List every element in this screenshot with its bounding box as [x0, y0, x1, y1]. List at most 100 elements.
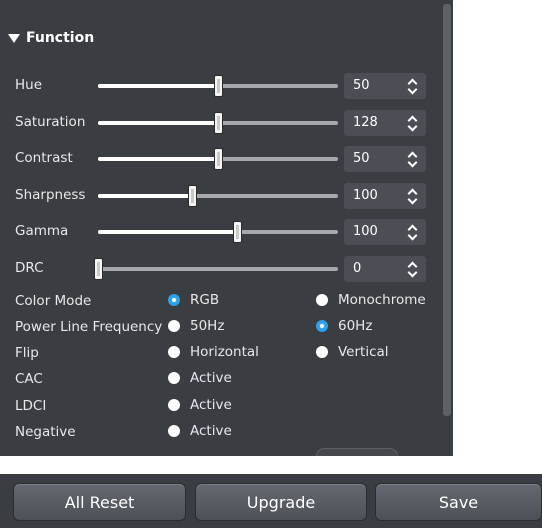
flip-row: Flip Horizontal Vertical — [0, 342, 443, 366]
chevron-down-icon[interactable] — [407, 267, 418, 278]
slider-row-hue: Hue 50 — [0, 73, 443, 99]
radio-row-label: Flip — [15, 345, 39, 361]
chevron-down-icon[interactable] — [407, 121, 418, 132]
spinbox-value[interactable]: 50 — [353, 78, 370, 93]
hue-slider[interactable] — [98, 75, 338, 97]
slider-thumb[interactable] — [214, 75, 223, 97]
radio-label[interactable]: RGB — [190, 292, 219, 308]
radio-rgb[interactable]: RGB — [168, 292, 219, 308]
spin-arrows-icon[interactable] — [407, 186, 418, 206]
slider-label: Hue — [15, 77, 43, 93]
drc-slider[interactable] — [94, 258, 338, 280]
radio-ldci-active[interactable]: Active — [168, 397, 232, 413]
slider-label: Sharpness — [15, 187, 86, 203]
slider-thumb[interactable] — [214, 112, 223, 134]
slider-row-contrast: Contrast 50 — [0, 146, 443, 172]
slider-thumb[interactable] — [94, 258, 103, 280]
hue-spinbox[interactable]: 50 — [344, 73, 426, 99]
spinbox-value[interactable]: 128 — [353, 115, 378, 130]
power-line-frequency-row: Power Line Frequency 50Hz 60Hz — [0, 316, 443, 340]
chevron-down-icon[interactable] — [407, 194, 418, 205]
slider-row-saturation: Saturation 128 — [0, 110, 443, 136]
saturation-spinbox[interactable]: 128 — [344, 110, 426, 136]
radio-dot-icon[interactable] — [168, 320, 180, 332]
contrast-slider[interactable] — [98, 148, 338, 170]
slider-label: Contrast — [15, 150, 73, 166]
radio-label[interactable]: Vertical — [338, 344, 389, 360]
spin-arrows-icon[interactable] — [407, 222, 418, 242]
contrast-spinbox[interactable]: 50 — [344, 146, 426, 172]
vertical-scrollbar[interactable] — [443, 4, 451, 416]
spin-arrows-icon[interactable] — [407, 149, 418, 169]
radio-negative-active[interactable]: Active — [168, 423, 232, 439]
radio-cac-active[interactable]: Active — [168, 370, 232, 386]
all-reset-button[interactable]: All Reset — [13, 483, 186, 521]
gamma-slider[interactable] — [98, 221, 338, 243]
slider-fill — [98, 121, 218, 125]
spin-arrows-icon[interactable] — [407, 76, 418, 96]
spin-arrows-icon[interactable] — [407, 259, 418, 279]
drc-spinbox[interactable]: 0 — [344, 256, 426, 282]
clipped-button[interactable] — [316, 448, 398, 456]
radio-dot-icon[interactable] — [168, 372, 180, 384]
chevron-down-icon[interactable] — [407, 157, 418, 168]
chevron-down-icon[interactable] — [407, 84, 418, 95]
radio-label[interactable]: Active — [190, 423, 232, 439]
slider-fill — [98, 230, 238, 234]
radio-horizontal[interactable]: Horizontal — [168, 344, 259, 360]
slider-fill — [98, 194, 192, 198]
radio-label[interactable]: Horizontal — [190, 344, 259, 360]
radio-dot-icon[interactable] — [168, 346, 180, 358]
radio-dot-icon[interactable] — [168, 425, 180, 437]
radio-row-label: Power Line Frequency — [15, 319, 163, 335]
slider-label: DRC — [15, 260, 44, 276]
radio-vertical[interactable]: Vertical — [316, 344, 389, 360]
function-panel: Function Hue 50 Saturation 128 Contrast … — [0, 0, 453, 456]
collapse-triangle-icon[interactable] — [8, 33, 20, 43]
radio-row-label: LDCI — [15, 398, 47, 414]
ldci-row: LDCI Active — [0, 395, 443, 419]
spinbox-value[interactable]: 100 — [353, 188, 378, 203]
slider-fill — [98, 84, 218, 88]
color-mode-row: Color Mode RGB Monochrome — [0, 290, 443, 314]
radio-60hz[interactable]: 60Hz — [316, 318, 372, 334]
radio-label[interactable]: Active — [190, 397, 232, 413]
radio-label[interactable]: Monochrome — [338, 292, 426, 308]
bottom-toolbar: All Reset Upgrade Save — [0, 474, 542, 528]
radio-dot-icon[interactable] — [316, 320, 328, 332]
sharpness-spinbox[interactable]: 100 — [344, 183, 426, 209]
negative-row: Negative Active — [0, 421, 443, 445]
slider-label: Gamma — [15, 223, 69, 239]
radio-50hz[interactable]: 50Hz — [168, 318, 224, 334]
slider-thumb[interactable] — [233, 221, 243, 243]
upgrade-button[interactable]: Upgrade — [195, 483, 367, 521]
saturation-slider[interactable] — [98, 112, 338, 134]
spinbox-value[interactable]: 100 — [353, 224, 378, 239]
radio-dot-icon[interactable] — [168, 399, 180, 411]
cac-row: CAC Active — [0, 368, 443, 392]
spinbox-value[interactable]: 50 — [353, 151, 370, 166]
radio-monochrome[interactable]: Monochrome — [316, 292, 426, 308]
slider-label: Saturation — [15, 114, 86, 130]
gamma-spinbox[interactable]: 100 — [344, 219, 426, 245]
radio-label[interactable]: 60Hz — [338, 318, 372, 334]
radio-label[interactable]: Active — [190, 370, 232, 386]
slider-row-sharpness: Sharpness 100 — [0, 183, 443, 209]
slider-row-drc: DRC 0 — [0, 256, 443, 282]
function-section-header[interactable]: Function — [8, 28, 94, 48]
spin-arrows-icon[interactable] — [407, 113, 418, 133]
slider-thumb[interactable] — [187, 185, 197, 207]
chevron-down-icon[interactable] — [407, 230, 418, 241]
spinbox-value[interactable]: 0 — [353, 261, 361, 276]
sharpness-slider[interactable] — [98, 185, 338, 207]
radio-row-label: CAC — [15, 371, 43, 387]
section-title: Function — [26, 30, 95, 46]
slider-row-gamma: Gamma 100 — [0, 219, 443, 245]
radio-dot-icon[interactable] — [168, 294, 180, 306]
save-button[interactable]: Save — [375, 483, 542, 521]
radio-dot-icon[interactable] — [316, 294, 328, 306]
radio-label[interactable]: 50Hz — [190, 318, 224, 334]
slider-thumb[interactable] — [214, 148, 223, 170]
slider-fill — [98, 157, 218, 161]
radio-dot-icon[interactable] — [316, 346, 328, 358]
